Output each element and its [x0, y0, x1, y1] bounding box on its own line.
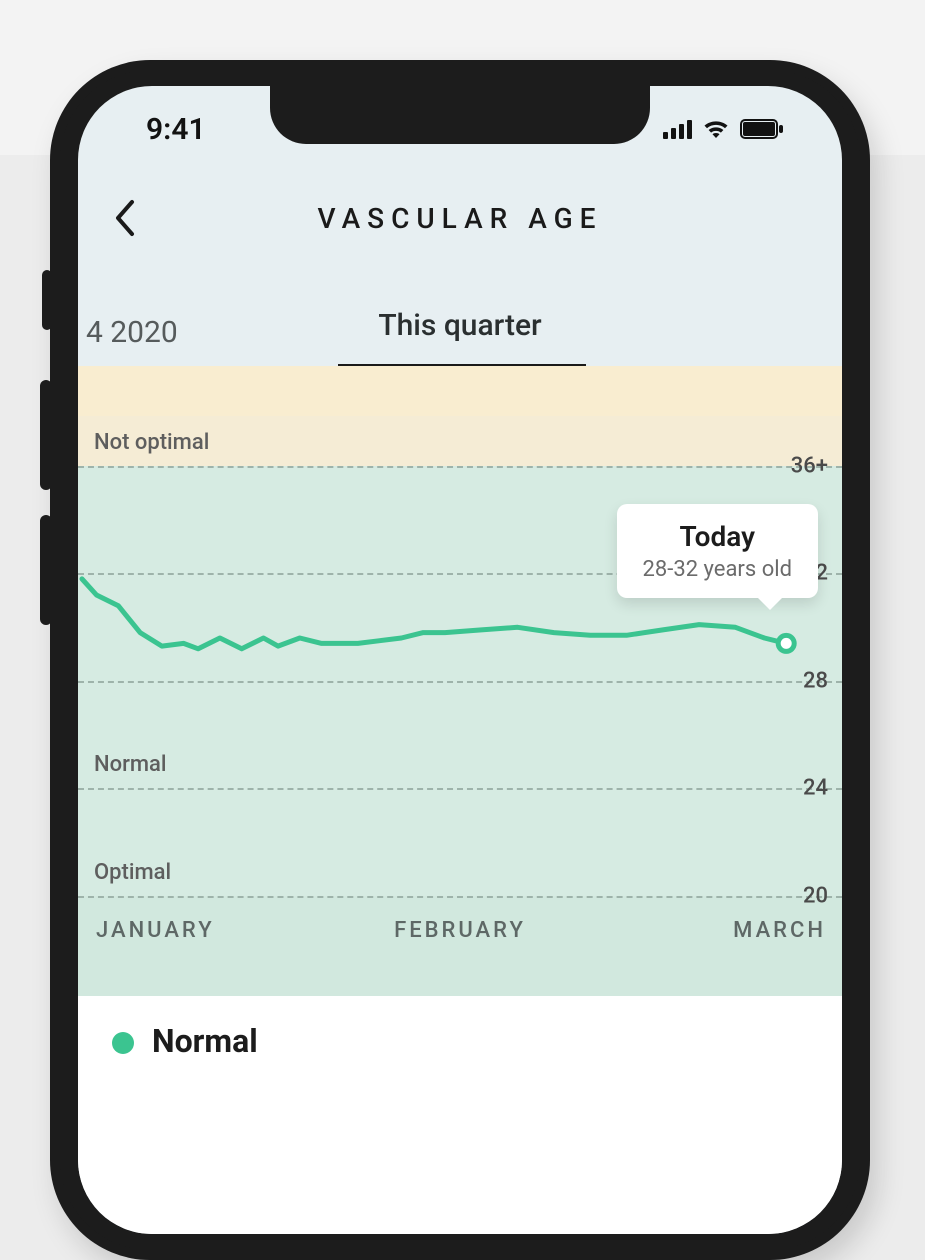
phone-screen: 9:41 VASCULAR AGE [78, 86, 842, 1234]
tab-this-quarter[interactable]: This quarter [378, 308, 541, 357]
phone-volume-up-button [40, 380, 52, 490]
phone-volume-down-button [40, 515, 52, 625]
status-time: 9:41 [146, 112, 206, 147]
wifi-icon [702, 119, 730, 139]
vascular-age-chart[interactable]: 36+ 32 28 24 20 Not optimal Normal Optim… [78, 366, 842, 996]
page-header: VASCULAR AGE [78, 154, 842, 274]
chart-line-layer [78, 366, 842, 996]
phone-silence-switch [42, 270, 52, 330]
tooltip-subtitle: 28-32 years old [643, 557, 792, 582]
tooltip-title: Today [643, 520, 792, 553]
status-icons [663, 119, 784, 139]
status-label: Normal [152, 1022, 258, 1060]
tab-previous-quarter[interactable]: 4 2020 [86, 315, 178, 350]
phone-notch [270, 86, 650, 144]
chart-tooltip: Today 28-32 years old [617, 504, 818, 598]
page-canvas: 9:41 VASCULAR AGE [0, 0, 925, 1024]
cellular-signal-icon [663, 119, 692, 139]
current-value-marker [778, 635, 794, 651]
chevron-left-icon [112, 198, 136, 238]
status-dot-icon [112, 1032, 134, 1054]
phone-frame: 9:41 VASCULAR AGE [50, 60, 870, 1260]
battery-icon [740, 119, 784, 139]
back-button[interactable] [112, 198, 136, 242]
page-title: VASCULAR AGE [318, 202, 603, 235]
time-range-tabs: 4 2020 This quarter [78, 298, 842, 366]
status-legend-row[interactable]: Normal [78, 996, 842, 1234]
